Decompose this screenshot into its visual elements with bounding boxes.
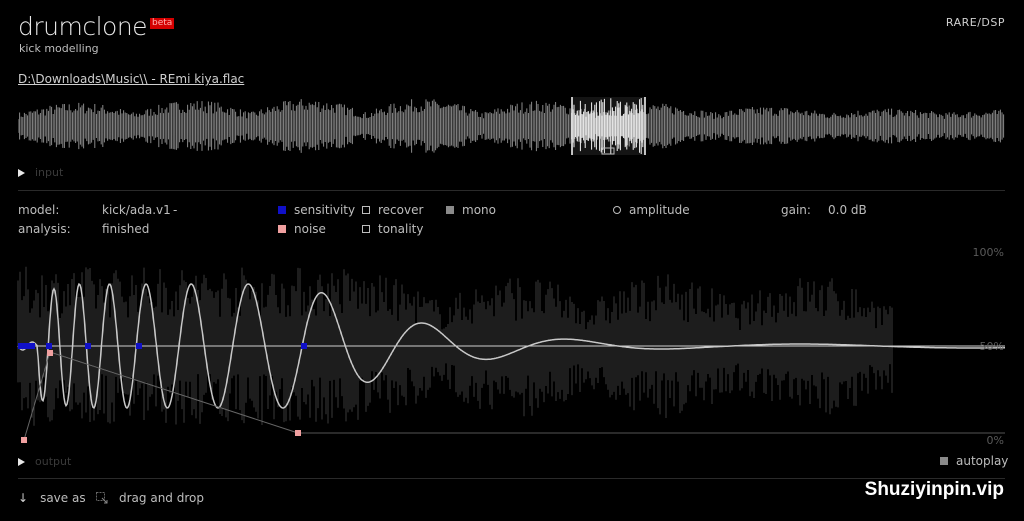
mono-box [446,206,454,214]
mono-checkbox[interactable]: mono [446,203,496,217]
watermark-text: Shuziyinpin.vip [864,479,1004,500]
recover-checkbox[interactable]: recover [362,203,423,217]
scale-top-label: 100% [972,246,1004,259]
drag-drop-handle[interactable]: drag and drop [96,491,204,505]
app-title: drumclone [18,12,148,41]
input-wave-path [18,99,1005,153]
arrow-down-icon: ↓ [18,491,29,505]
sensitivity-node[interactable] [18,343,35,349]
output-label: output [35,455,72,468]
amplitude-label: amplitude [629,203,690,217]
input-label: input [35,166,64,179]
autoplay-checkbox[interactable]: autoplay [940,454,1008,468]
noise-node[interactable] [295,430,301,436]
save-as-label: save as [40,491,86,505]
noise-swatch [278,225,286,233]
recover-label: recover [378,203,424,217]
amplitude-circle-icon [613,206,621,214]
sensitivity-label: sensitivity [294,203,356,217]
brand-label: RARE/DSP [945,16,1005,29]
model-menu[interactable]: - [173,203,177,217]
divider-top [18,190,1005,191]
beta-badge: beta [150,18,175,29]
output-plot[interactable] [0,246,1024,446]
analysis-label: analysis: [18,222,71,236]
model-value[interactable]: kick/ada.v1 [102,203,171,217]
autoplay-label: autoplay [956,454,1009,468]
divider-bottom [18,478,1005,479]
noise-label: noise [294,222,326,236]
input-play-button[interactable]: input [18,166,63,179]
sensitivity-node[interactable] [136,343,142,349]
gain-label: gain: [781,203,811,217]
tonality-label: tonality [378,222,424,236]
noise-node[interactable] [47,350,53,356]
scale-mid-label: 50% [979,340,1004,353]
sensitivity-option[interactable]: sensitivity [278,203,355,217]
file-path-link[interactable]: D:\Downloads\Music\\ - REmi kiya.flac [18,72,244,86]
input-selection[interactable] [572,97,645,155]
noise-node[interactable] [21,437,27,443]
tonality-box [362,225,370,233]
sensitivity-node[interactable] [46,343,52,349]
amplitude-option[interactable]: amplitude [613,203,690,217]
drag-drop-icon [96,492,108,504]
sensitivity-node[interactable] [301,343,307,349]
analysis-value: finished [102,222,150,236]
gain-value[interactable]: 0.0 dB [828,203,867,217]
input-waveform[interactable] [18,95,1005,157]
recover-box [362,206,370,214]
noise-envelope [23,351,299,441]
sensitivity-swatch [278,206,286,214]
app-subtitle: kick modelling [19,42,99,55]
play-icon [18,168,25,177]
model-label: model: [18,203,60,217]
tonality-checkbox[interactable]: tonality [362,222,423,236]
input-waveform-lines [18,98,1005,154]
output-play-button[interactable]: output [18,455,71,468]
save-as-button[interactable]: ↓ save as [18,491,86,505]
autoplay-box [940,457,948,465]
sensitivity-node[interactable] [85,343,91,349]
mono-label: mono [462,203,496,217]
noise-option[interactable]: noise [278,222,326,236]
drag-drop-label: drag and drop [119,491,204,505]
play-icon [18,457,25,466]
scale-bottom-label: 0% [986,434,1004,447]
